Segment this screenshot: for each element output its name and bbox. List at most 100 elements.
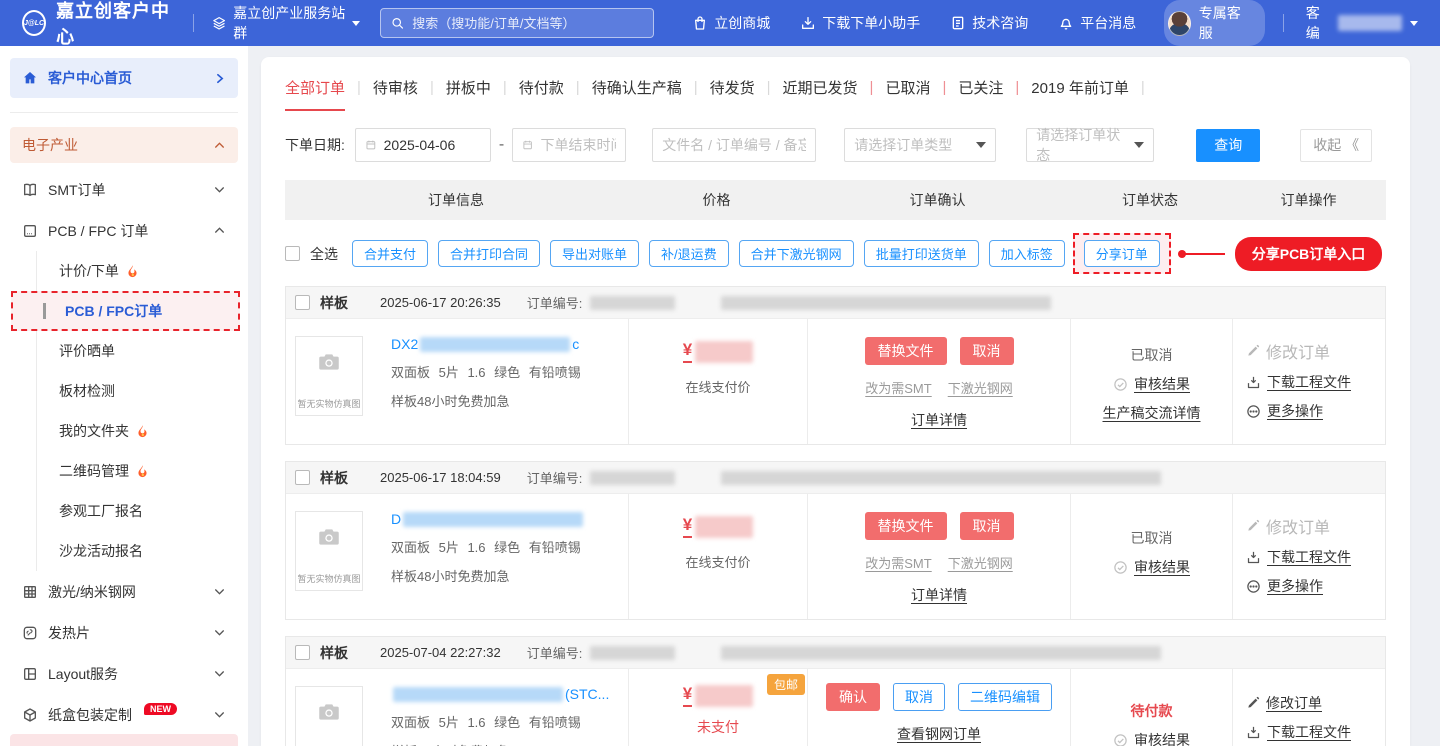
view-stencil-order-link[interactable]: 查看钢网订单	[897, 724, 981, 744]
review-result-link[interactable]: 审核结果	[1134, 730, 1190, 746]
order-stencil-link[interactable]: 下激光钢网	[948, 378, 1013, 397]
sidebar-item-material-test[interactable]: 板材检测	[37, 371, 248, 411]
select-all-checkbox[interactable]	[285, 246, 300, 261]
order-status-select[interactable]: 请选择订单状态	[1026, 128, 1154, 162]
tab-followed[interactable]: 已关注	[958, 77, 1003, 98]
tab-pre-2019[interactable]: 2019 年前订单	[1031, 77, 1129, 98]
order-title-link[interactable]: DX2 c	[391, 336, 581, 352]
edit-order-action: 修改订单	[1246, 514, 1330, 538]
nav-tech-support[interactable]: 技术咨询	[950, 13, 1028, 33]
order-checkbox[interactable]	[295, 470, 310, 485]
download-files-action[interactable]: 下载工程文件	[1246, 722, 1351, 742]
production-file-chat-link[interactable]: 生产稿交流详情	[1103, 403, 1201, 423]
sidebar-item-box-packaging[interactable]: 纸盒包装定制NEW	[0, 694, 248, 735]
edit-order-action[interactable]: 修改订单	[1246, 693, 1322, 713]
order-stencil-link[interactable]: 下激光钢网	[948, 553, 1013, 572]
box-icon	[22, 707, 38, 723]
col-status: 订单状态	[1069, 190, 1231, 210]
global-search[interactable]	[380, 8, 654, 38]
chevron-down-icon	[213, 585, 226, 598]
camera-icon	[316, 699, 342, 725]
export-statement-button[interactable]: 导出对账单	[550, 240, 639, 267]
tab-pending-shipment[interactable]: 待发货	[710, 77, 755, 98]
keyword-search-field[interactable]	[652, 128, 816, 162]
replace-file-button[interactable]: 替换文件	[865, 512, 947, 540]
change-to-smt-link[interactable]: 改为需SMT	[865, 378, 931, 397]
order-detail-link[interactable]: 订单详情	[911, 410, 967, 430]
unpaid-status: 未支付	[637, 717, 799, 737]
add-tag-button[interactable]: 加入标签	[989, 240, 1065, 267]
cancel-order-button[interactable]: 取消	[960, 337, 1014, 365]
nav-messages[interactable]: 平台消息	[1058, 13, 1136, 33]
sidebar-item-qrcode[interactable]: 二维码管理	[37, 451, 248, 491]
more-actions[interactable]: 更多操作	[1246, 401, 1323, 421]
sidebar-item-home[interactable]: 客户中心首页	[10, 58, 238, 98]
sidebar-item-heater[interactable]: 发热片	[0, 612, 248, 653]
sidebar-item-reviews[interactable]: 评价晒单	[37, 331, 248, 371]
sidebar-item-pcb-orders[interactable]: PCB / FPC订单	[11, 291, 240, 331]
more-actions[interactable]: 更多操作	[1246, 576, 1323, 596]
change-to-smt-link[interactable]: 改为需SMT	[865, 553, 931, 572]
download-tray-icon	[1246, 375, 1261, 390]
dedicated-service-button[interactable]: 专属客服	[1164, 0, 1265, 46]
nav-mall[interactable]: 立创商城	[692, 13, 770, 33]
shopping-bag-icon	[692, 15, 708, 31]
cancel-order-button[interactable]: 取消	[960, 512, 1014, 540]
chevron-down-icon	[213, 183, 226, 196]
sidebar-item-pcb-group[interactable]: PCB / FPC 订单	[0, 210, 248, 251]
replace-file-button[interactable]: 替换文件	[865, 337, 947, 365]
cancel-order-button[interactable]: 取消	[893, 683, 945, 711]
sidebar-item-salon[interactable]: 沙龙活动报名	[37, 531, 248, 571]
sidebar-section-electronics[interactable]: 电子产业	[10, 127, 238, 163]
logo[interactable]: J@LC 嘉立创客户中心	[22, 0, 175, 49]
sidebar-item-pricing[interactable]: 计价/下单	[37, 251, 248, 291]
date-end-input[interactable]	[541, 137, 617, 153]
merge-pay-button[interactable]: 合并支付	[352, 240, 428, 267]
sidebar-item-stencil[interactable]: 激光/纳米钢网	[0, 571, 248, 612]
tab-all-orders[interactable]: 全部订单	[285, 77, 345, 98]
sidebar: 客户中心首页 电子产业 SMT订单 PCB / FPC 订单 计价/下单	[0, 46, 248, 746]
order-detail-link[interactable]: 订单详情	[911, 585, 967, 605]
tab-recently-shipped[interactable]: 近期已发货	[783, 77, 858, 98]
sidebar-item-smt[interactable]: SMT订单	[0, 169, 248, 210]
confirm-button[interactable]: 确认	[826, 683, 880, 711]
collapse-button[interactable]: 收起 《	[1300, 129, 1372, 162]
merge-print-contract-button[interactable]: 合并打印合同	[438, 240, 540, 267]
order-number-redacted	[590, 471, 675, 485]
order-title-link[interactable]: D	[391, 511, 585, 527]
date-start-input[interactable]	[384, 137, 481, 153]
freight-refund-button[interactable]: 补/退运费	[649, 240, 729, 267]
sidebar-item-layout-service[interactable]: Layout服务	[0, 653, 248, 694]
tab-cancelled[interactable]: 已取消	[885, 77, 930, 98]
batch-print-delivery-button[interactable]: 批量打印送货单	[864, 240, 979, 267]
nav-mall-label: 立创商城	[714, 13, 770, 33]
merge-stencil-button[interactable]: 合并下激光钢网	[739, 240, 854, 267]
date-end-picker[interactable]	[512, 128, 626, 162]
order-type-select[interactable]: 请选择订单类型	[844, 128, 996, 162]
tab-pending-payment[interactable]: 待付款	[519, 77, 564, 98]
sidebar-item-factory-visit[interactable]: 参观工厂报名	[37, 491, 248, 531]
date-start-picker[interactable]	[355, 128, 491, 162]
share-order-button[interactable]: 分享订单	[1084, 240, 1160, 267]
tab-confirm-production[interactable]: 待确认生产稿	[592, 77, 682, 98]
download-files-action[interactable]: 下载工程文件	[1246, 372, 1351, 392]
order-checkbox[interactable]	[295, 295, 310, 310]
sidebar-item-my-folder[interactable]: 我的文件夹	[37, 411, 248, 451]
new-badge: NEW	[144, 703, 177, 715]
customer-code[interactable]: 客编	[1306, 3, 1418, 43]
order-checkbox[interactable]	[295, 645, 310, 660]
qrcode-edit-button[interactable]: 二维码编辑	[958, 683, 1052, 711]
select-all-label[interactable]: 全选	[310, 244, 338, 264]
review-result-link[interactable]: 审核结果	[1134, 374, 1190, 394]
site-group-menu[interactable]: 嘉立创产业服务站群	[212, 3, 361, 43]
nav-download-helper[interactable]: 下载下单小助手	[800, 13, 920, 33]
order-title-link[interactable]: (STC...	[391, 686, 609, 702]
review-result-link[interactable]: 审核结果	[1134, 557, 1190, 577]
download-files-action[interactable]: 下载工程文件	[1246, 547, 1351, 567]
search-input[interactable]	[412, 16, 643, 31]
tab-panelizing[interactable]: 拼板中	[446, 77, 491, 98]
query-button[interactable]: 查询	[1196, 129, 1260, 162]
tab-pending-review[interactable]: 待审核	[373, 77, 418, 98]
order-spec: 样板48小时免费加急	[391, 741, 609, 746]
keyword-input[interactable]	[662, 137, 806, 153]
